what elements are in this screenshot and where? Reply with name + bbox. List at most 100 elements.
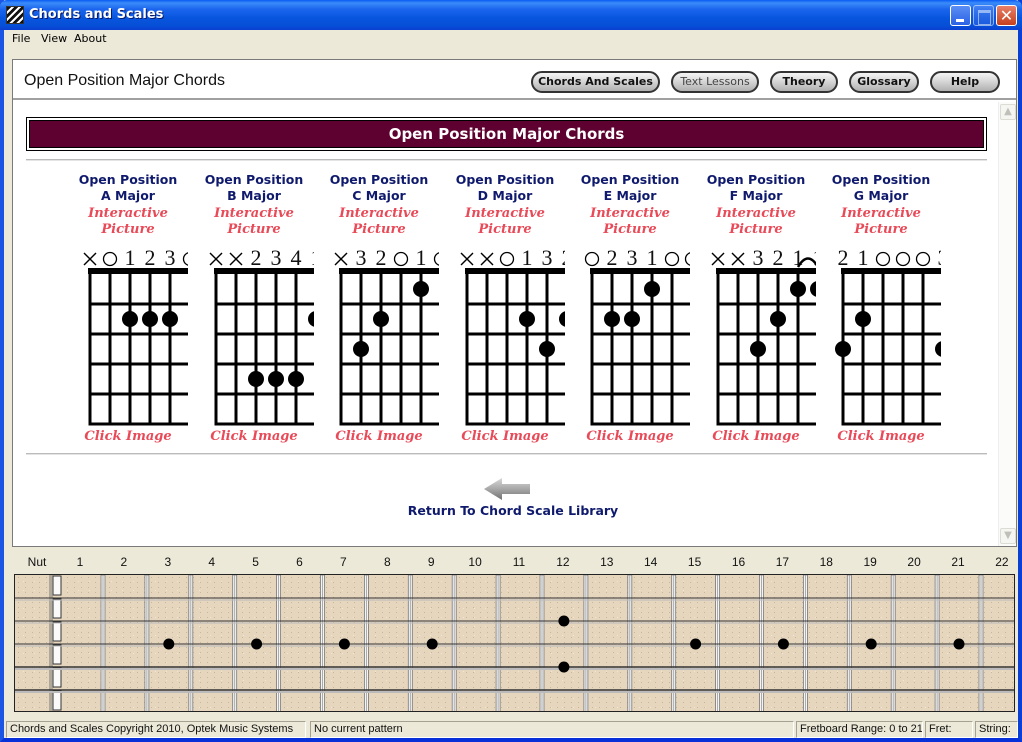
chord-card: Open Position A Major Interactive Picture Cl… [68, 172, 188, 452]
finger-number: 1 [522, 245, 533, 270]
finger-dot [122, 311, 138, 327]
maximize-button[interactable] [973, 5, 994, 26]
fret-number-label: 10 [468, 555, 482, 569]
scroll-down-button[interactable]: ▼ [1000, 528, 1016, 544]
fret-number-label: 2 [120, 555, 128, 569]
chord-diagram[interactable]: 32 1 [319, 238, 439, 428]
glossary-button[interactable]: Glossary [849, 71, 919, 93]
finger-dot [248, 371, 264, 387]
text-lessons-button[interactable]: Text Lessons [671, 71, 759, 93]
chord-card: Open Position F Major Interactive Picture Cl… [696, 172, 816, 452]
chord-title: Open Position A Major [78, 172, 178, 203]
click-image-link[interactable]: Click Image [445, 429, 565, 444]
inlay-dot [690, 638, 702, 650]
finger-number: 2 [607, 245, 618, 270]
fret-number-label: 5 [252, 555, 259, 569]
finger-dot [308, 311, 314, 327]
click-image-link[interactable]: Click Image [68, 429, 188, 444]
close-button[interactable]: ✕ [996, 5, 1017, 26]
chord-diagram[interactable]: 123 [68, 238, 188, 428]
open-string-marker [393, 251, 409, 267]
banner-title: Open Position Major Chords [29, 120, 984, 148]
click-image-link[interactable]: Click Image [696, 429, 816, 444]
interactive-picture-link[interactable]: Interactive Picture [821, 206, 941, 238]
muted-string-marker [83, 252, 97, 266]
fretboard[interactable] [14, 574, 1015, 712]
menu-view[interactable]: View [37, 31, 71, 46]
menu-file[interactable]: File [8, 31, 34, 46]
status-fret: Fret: [925, 721, 973, 738]
interactive-picture-link[interactable]: Interactive Picture [68, 206, 188, 238]
chord-title: Open Position D Major [455, 172, 555, 203]
finger-number: 1 [125, 245, 136, 270]
chord-diagram[interactable]: 21 3 [821, 238, 941, 428]
window-title: Chords and Scales [29, 7, 164, 22]
theory-button[interactable]: Theory [770, 71, 838, 93]
chord-diagram[interactable]: 3211 [696, 238, 816, 428]
menu-about[interactable]: About [70, 31, 111, 46]
finger-dot [810, 281, 816, 297]
finger-dot [855, 311, 871, 327]
finger-dot [353, 341, 369, 357]
inlay-dot [251, 638, 263, 650]
open-string-marker [102, 251, 118, 267]
nut-segment [52, 667, 62, 688]
fret-number-label: 3 [164, 555, 172, 569]
chord-card: Open Position E Major Interactive Picture Cl… [570, 172, 690, 452]
finger-dot [288, 371, 304, 387]
content-frame: Open Position Major Chords Chords And Sc… [12, 59, 1017, 547]
nut-segment [52, 644, 62, 665]
vertical-scrollbar[interactable]: ▲ ▼ [998, 102, 1016, 546]
finger-dot [519, 311, 535, 327]
click-image-link[interactable]: Click Image [821, 429, 941, 444]
divider [26, 453, 987, 455]
interactive-picture-link[interactable]: Interactive Picture [445, 206, 565, 238]
chord-nut [841, 268, 941, 274]
page-title: Open Position Major Chords [24, 72, 225, 89]
interactive-picture-link[interactable]: Interactive Picture [319, 206, 439, 238]
fret-number-label: 7 [340, 555, 347, 569]
finger-dot [644, 281, 660, 297]
interactive-picture-link[interactable]: Interactive Picture [696, 206, 816, 238]
finger-number: 2 [251, 245, 262, 270]
interactive-picture-link[interactable]: Interactive Picture [570, 206, 690, 238]
open-string-marker [664, 251, 680, 267]
muted-string-marker [209, 252, 223, 266]
chord-title: Open Position C Major [329, 172, 429, 203]
inlay-dot [558, 615, 570, 627]
chord-nut [590, 268, 690, 274]
chord-diagram[interactable]: 231 [570, 238, 690, 428]
minimize-button[interactable] [950, 5, 971, 26]
fret-number-label: 1 [76, 555, 84, 569]
finger-number: 2 [376, 245, 387, 270]
fretboard-graphic[interactable] [15, 575, 1015, 712]
click-image-link[interactable]: Click Image [570, 429, 690, 444]
finger-number: 3 [271, 245, 282, 270]
chord-title: Open Position F Major [706, 172, 806, 203]
fret-number-label: 18 [819, 555, 833, 569]
inlay-dot [865, 638, 877, 650]
finger-dot [413, 281, 429, 297]
inlay-dot [426, 638, 438, 650]
chord-diagram[interactable]: 2341 [194, 238, 314, 428]
lesson-content: Open Position Major Chords Open Position… [13, 102, 998, 546]
muted-string-marker [334, 252, 348, 266]
interactive-picture-link[interactable]: Interactive Picture [194, 206, 314, 238]
inlay-dot [558, 661, 570, 673]
click-image-link[interactable]: Click Image [319, 429, 439, 444]
chord-card: Open Position G Major Interactive Picture Cl… [821, 172, 941, 452]
return-to-library-link[interactable]: Return To Chord Scale Library [403, 503, 623, 518]
scroll-up-button[interactable]: ▲ [1000, 104, 1016, 120]
title-bar[interactable]: Chords and Scales ✕ [0, 0, 1022, 30]
help-button[interactable]: Help [930, 71, 1000, 93]
section-banner: Open Position Major Chords [26, 117, 987, 151]
click-image-link[interactable]: Click Image [194, 429, 314, 444]
left-arrow-icon[interactable] [484, 478, 532, 500]
chord-diagram[interactable]: 132 [445, 238, 565, 428]
finger-number: 4 [291, 245, 302, 270]
fret-number-label: 6 [296, 555, 303, 569]
chords-and-scales-button[interactable]: Chords And Scales [531, 71, 660, 93]
finger-dot [770, 311, 786, 327]
inlay-dot [338, 638, 350, 650]
finger-dot [373, 311, 389, 327]
